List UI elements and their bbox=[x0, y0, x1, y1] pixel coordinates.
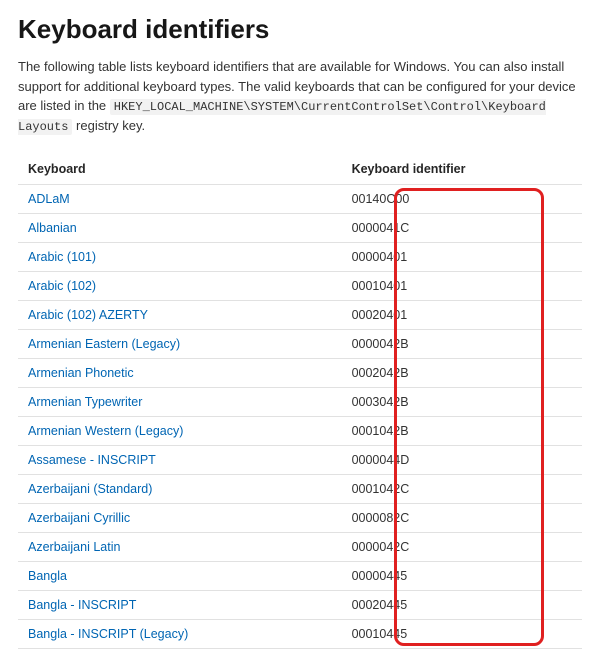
keyboard-name-cell: Assamese - INSCRIPT bbox=[18, 446, 342, 475]
table-row: ADLaM 00140C00 bbox=[18, 185, 582, 214]
keyboard-name-cell: Arabic (102) bbox=[18, 272, 342, 301]
keyboard-id-cell: 00000445 bbox=[342, 562, 582, 591]
keyboard-id-cell: 0000041C bbox=[342, 214, 582, 243]
keyboard-id-cell: 0000044D bbox=[342, 446, 582, 475]
keyboard-name-cell: Armenian Typewriter bbox=[18, 388, 342, 417]
keyboard-id-cell: 00000401 bbox=[342, 243, 582, 272]
keyboard-id-cell: 0001042B bbox=[342, 417, 582, 446]
table-row: Bangla - INSCRIPT (Legacy) 00010445 bbox=[18, 620, 582, 649]
keyboard-link[interactable]: Arabic (101) bbox=[28, 250, 96, 264]
table-row: Arabic (101) 00000401 bbox=[18, 243, 582, 272]
keyboard-link[interactable]: Armenian Phonetic bbox=[28, 366, 134, 380]
keyboard-name-cell: Arabic (101) bbox=[18, 243, 342, 272]
keyboard-link[interactable]: Bangla - INSCRIPT bbox=[28, 598, 136, 612]
keyboard-name-cell: Bangla - INSCRIPT (Legacy) bbox=[18, 620, 342, 649]
keyboard-name-cell: Armenian Eastern (Legacy) bbox=[18, 330, 342, 359]
keyboard-id-cell: 00010401 bbox=[342, 272, 582, 301]
table-row: Arabic (102) AZERTY 00020401 bbox=[18, 301, 582, 330]
keyboard-id-cell: 00020445 bbox=[342, 591, 582, 620]
keyboard-name-cell: ADLaM bbox=[18, 185, 342, 214]
keyboard-id-cell: 0002042B bbox=[342, 359, 582, 388]
table-row: Azerbaijani (Standard) 0001042C bbox=[18, 475, 582, 504]
keyboard-link[interactable]: Armenian Western (Legacy) bbox=[28, 424, 183, 438]
keyboard-name-cell: Bangla bbox=[18, 562, 342, 591]
keyboard-name-cell: Albanian bbox=[18, 214, 342, 243]
keyboard-name-cell: Armenian Phonetic bbox=[18, 359, 342, 388]
keyboard-link[interactable]: Arabic (102) AZERTY bbox=[28, 308, 148, 322]
table-row: Armenian Western (Legacy) 0001042B bbox=[18, 417, 582, 446]
table-row: Armenian Typewriter 0003042B bbox=[18, 388, 582, 417]
intro-paragraph: The following table lists keyboard ident… bbox=[18, 57, 582, 136]
keyboard-id-cell: 00010445 bbox=[342, 620, 582, 649]
keyboard-name-cell: Bangla - INSCRIPT bbox=[18, 591, 342, 620]
page-title: Keyboard identifiers bbox=[18, 14, 582, 45]
keyboard-link[interactable]: Bangla - INSCRIPT (Legacy) bbox=[28, 627, 188, 641]
keyboard-id-cell: 0000082C bbox=[342, 504, 582, 533]
keyboard-link[interactable]: Azerbaijani (Standard) bbox=[28, 482, 152, 496]
keyboard-name-cell: Armenian Western (Legacy) bbox=[18, 417, 342, 446]
table-row: Armenian Eastern (Legacy) 0000042B bbox=[18, 330, 582, 359]
keyboard-link[interactable]: Azerbaijani Cyrillic bbox=[28, 511, 130, 525]
table-row: Assamese - INSCRIPT 0000044D bbox=[18, 446, 582, 475]
keyboard-id-cell: 0000042B bbox=[342, 330, 582, 359]
keyboard-link[interactable]: Armenian Typewriter bbox=[28, 395, 142, 409]
keyboard-link[interactable]: Arabic (102) bbox=[28, 279, 96, 293]
intro-text-after: registry key. bbox=[72, 118, 145, 133]
keyboard-name-cell: Azerbaijani Cyrillic bbox=[18, 504, 342, 533]
keyboard-id-cell: 00140C00 bbox=[342, 185, 582, 214]
keyboard-id-cell: 0001042C bbox=[342, 475, 582, 504]
keyboard-link[interactable]: Armenian Eastern (Legacy) bbox=[28, 337, 180, 351]
column-identifier: Keyboard identifier bbox=[342, 154, 582, 185]
table-row: Bangla - INSCRIPT 00020445 bbox=[18, 591, 582, 620]
table-row: Bangla 00000445 bbox=[18, 562, 582, 591]
keyboard-table: Keyboard Keyboard identifier ADLaM 00140C… bbox=[18, 154, 582, 649]
keyboard-link[interactable]: Albanian bbox=[28, 221, 77, 235]
keyboard-id-cell: 0003042B bbox=[342, 388, 582, 417]
keyboard-link[interactable]: Assamese - INSCRIPT bbox=[28, 453, 156, 467]
keyboard-link[interactable]: ADLaM bbox=[28, 192, 70, 206]
table-row: Azerbaijani Cyrillic 0000082C bbox=[18, 504, 582, 533]
table-row: Albanian 0000041C bbox=[18, 214, 582, 243]
table-row: Armenian Phonetic 0002042B bbox=[18, 359, 582, 388]
table-row: Arabic (102) 00010401 bbox=[18, 272, 582, 301]
keyboard-id-cell: 00020401 bbox=[342, 301, 582, 330]
keyboard-link[interactable]: Bangla bbox=[28, 569, 67, 583]
keyboard-link[interactable]: Azerbaijani Latin bbox=[28, 540, 120, 554]
keyboard-name-cell: Arabic (102) AZERTY bbox=[18, 301, 342, 330]
keyboard-name-cell: Azerbaijani (Standard) bbox=[18, 475, 342, 504]
column-keyboard: Keyboard bbox=[18, 154, 342, 185]
table-container: Keyboard Keyboard identifier ADLaM 00140C… bbox=[18, 154, 582, 649]
